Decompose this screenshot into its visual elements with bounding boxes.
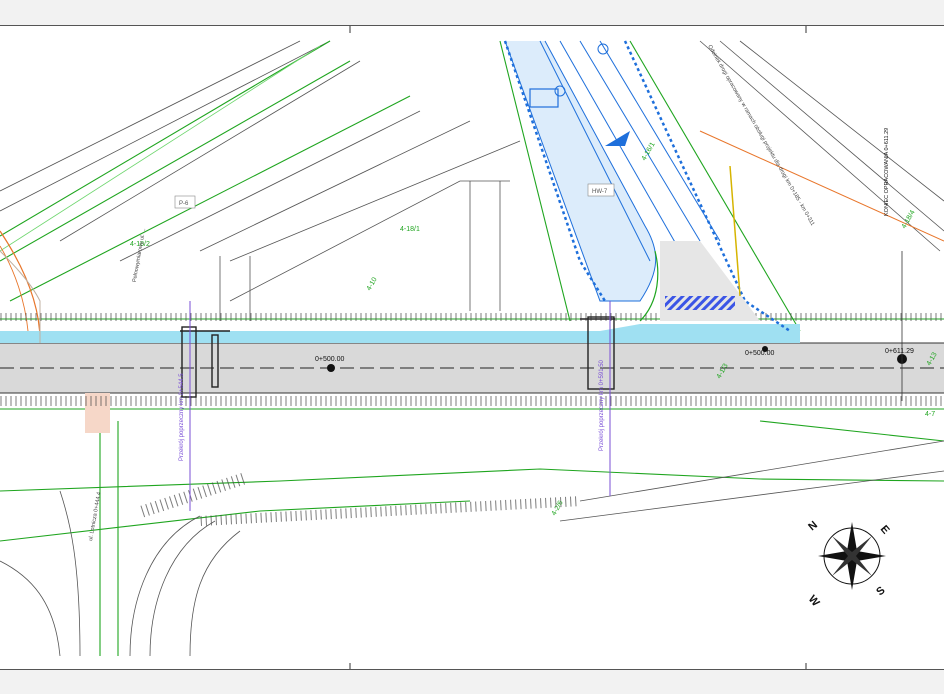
plot-label: 4-10	[366, 276, 379, 292]
end-of-work-label: KONIEC OPRACOWANIA 0+611.29	[884, 128, 890, 216]
compass-e: E	[878, 523, 892, 536]
cycle-path	[0, 324, 800, 343]
chainage-start-label: 0+500.00	[315, 356, 344, 363]
plot-label: 4-18/4	[901, 209, 917, 230]
section-label-right: Przekrój poprzeczny km 0+591.50	[599, 359, 605, 451]
reference-line	[0, 45, 321, 252]
plot-label: 4-7	[925, 411, 935, 418]
plot-label: 4-16/1	[641, 141, 657, 162]
tag-hw7: HW-7	[592, 189, 608, 195]
compass-w: W	[806, 593, 822, 609]
drawing-sheet: 4-18/1 4-18/2 4-18/4 4-16/1 4-10 4-2/6 4…	[0, 25, 944, 670]
parcel-edges	[0, 40, 944, 321]
tag-p6: P-6	[179, 201, 189, 207]
plot-label: 4-18/1	[400, 226, 420, 233]
section-label-left: Przekrój poprzeczny km 0+544.5	[179, 373, 185, 461]
north-arrow-icon	[818, 522, 886, 590]
street-note: Pełnowymiarowy ul. ...	[132, 227, 147, 282]
crosswalk-hatch	[665, 296, 735, 310]
chainage-end-label: 0+611.29	[885, 348, 914, 355]
lower-parcels	[0, 440, 944, 657]
ramp-design	[503, 40, 791, 333]
compass-s: S	[874, 584, 887, 598]
site-plan-drawing: 4-18/1 4-18/2 4-18/4 4-16/1 4-10 4-2/6 4…	[0, 26, 944, 669]
compass-n: N	[806, 519, 820, 533]
chainage-mid-label: 0+500.00	[745, 350, 774, 357]
